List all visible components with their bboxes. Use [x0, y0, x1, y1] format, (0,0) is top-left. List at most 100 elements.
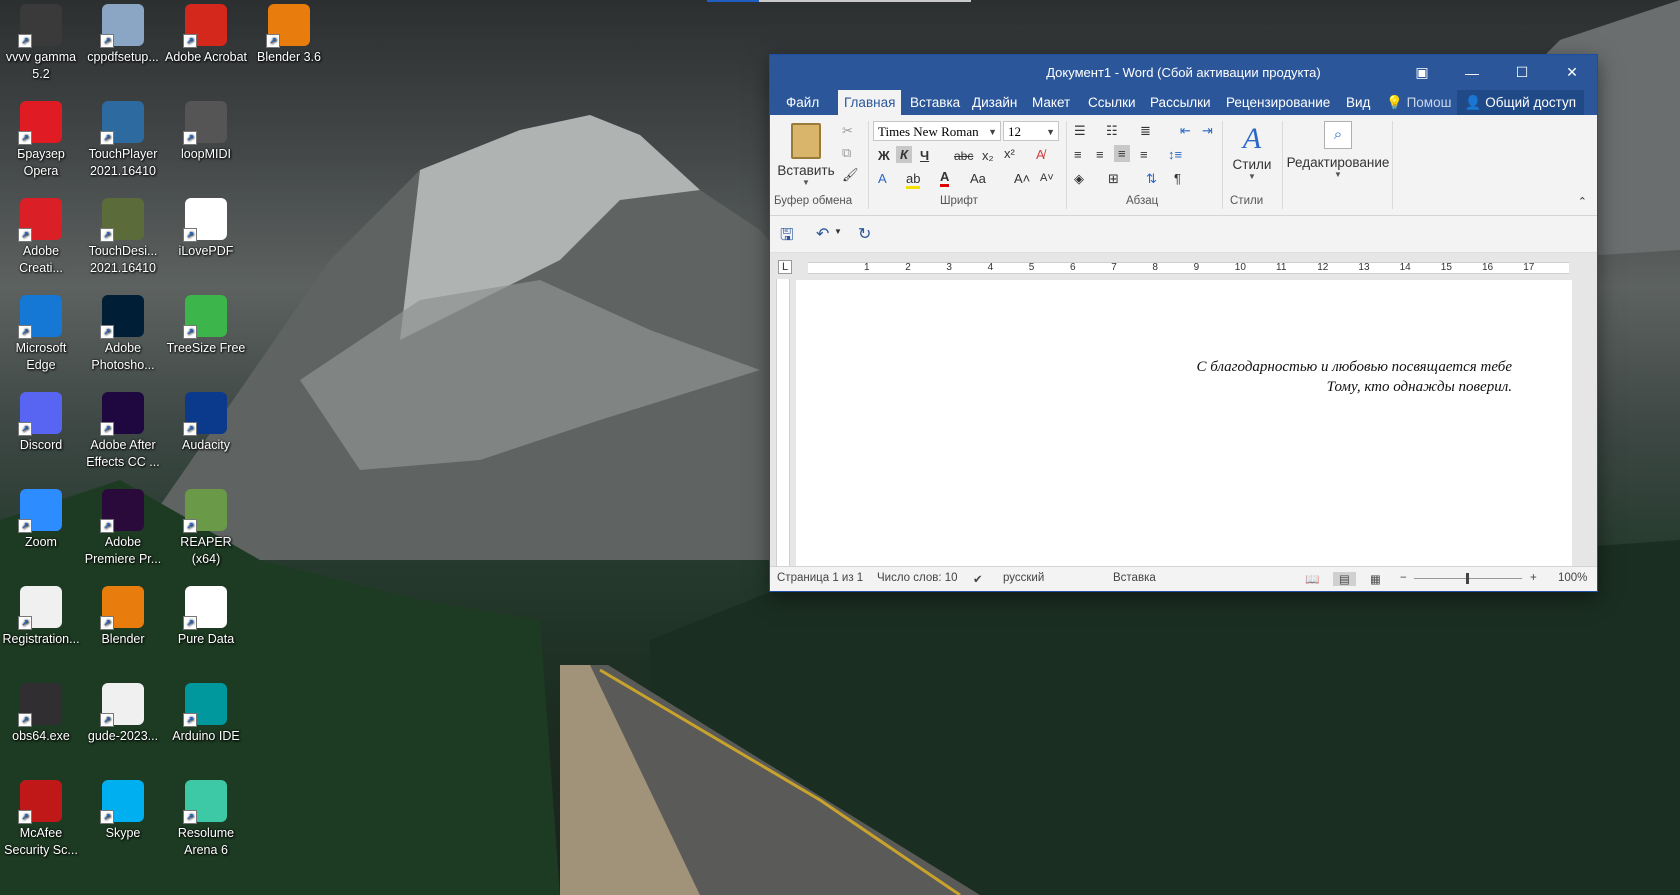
desktop-icon[interactable]: ↗ TouchDesi... 2021.16410 [82, 194, 164, 277]
desktop-icon[interactable]: ↗ Blender 3.6 [248, 0, 330, 66]
desktop-icon[interactable]: ↗ McAfee Security Sc... [0, 776, 82, 859]
decrease-indent-icon[interactable]: ⇤ [1180, 123, 1191, 139]
text-effects-icon[interactable]: A [878, 171, 887, 186]
clear-format-icon[interactable]: A̸ [1036, 147, 1045, 162]
insert-mode[interactable]: Вставка [1113, 572, 1156, 584]
tab-mailings[interactable]: Рассылки [1144, 90, 1217, 115]
align-left-icon[interactable]: ≡ [1074, 147, 1082, 162]
format-painter-icon[interactable]: 🖌 [842, 167, 859, 183]
desktop-icon[interactable]: ↗ Adobe After Effects CC ... [82, 388, 164, 471]
shading-icon[interactable]: ◈ [1074, 171, 1084, 187]
desktop-icon[interactable]: ↗ TreeSize Free [165, 291, 247, 357]
font-size-combo[interactable]: 12 ▼ [1003, 121, 1059, 141]
desktop-icon[interactable]: ↗ Resolume Arena 6 [165, 776, 247, 859]
tab-design[interactable]: Дизайн [966, 90, 1023, 115]
highlight-icon[interactable]: ab [906, 171, 921, 189]
word-titlebar[interactable]: Документ1 - Word (Сбой активации продукт… [770, 55, 1597, 90]
pilcrow-icon[interactable]: ¶ [1174, 171, 1181, 186]
styles-button[interactable]: A Стили ▼ [1227, 121, 1277, 181]
strikethrough-button[interactable]: abc [954, 149, 973, 163]
share-button[interactable]: 👤 Общий доступ [1456, 90, 1584, 115]
desktop-icon[interactable]: ↗ Audacity [165, 388, 247, 454]
tab-file[interactable]: Файл [780, 90, 825, 115]
desktop-icon[interactable]: ↗ Blender [82, 582, 164, 648]
desktop-icon[interactable]: ↗ vvvv gamma 5.2 [0, 0, 82, 83]
increase-indent-icon[interactable]: ⇥ [1202, 123, 1213, 139]
desktop-icon[interactable]: ↗ Adobe Photosho... [82, 291, 164, 374]
desktop-icon[interactable]: ↗ Microsoft Edge [0, 291, 82, 374]
align-right-icon[interactable]: ≡ [1114, 145, 1130, 162]
dedication-line-2[interactable]: Тому, кто однажды поверил. [1327, 379, 1512, 396]
zoom-level[interactable]: 100% [1558, 572, 1587, 584]
tab-view[interactable]: Вид [1340, 90, 1376, 115]
superscript-icon[interactable]: x² [1004, 146, 1015, 161]
shrink-font-icon[interactable]: A˅ [1040, 172, 1054, 184]
word-window[interactable]: Документ1 - Word (Сбой активации продукт… [770, 55, 1597, 591]
sort-icon[interactable]: ⇅ [1146, 171, 1157, 187]
desktop-icon[interactable]: ↗ Браузер Opera [0, 97, 82, 180]
cut-icon[interactable]: ✂ [842, 123, 853, 139]
read-mode-icon[interactable]: 📖 [1305, 572, 1319, 586]
justify-icon[interactable]: ≡ [1140, 147, 1148, 162]
maximize-icon[interactable]: ☐ [1497, 55, 1547, 90]
language[interactable]: русский [1003, 572, 1044, 584]
zoom-in-icon[interactable]: + [1530, 572, 1537, 584]
zoom-slider-thumb[interactable] [1466, 573, 1469, 584]
dedication-line-1[interactable]: С благодарностью и любовью посвящается т… [1197, 359, 1512, 376]
desktop-icon[interactable]: ↗ loopMIDI [165, 97, 247, 163]
desktop-icon[interactable]: ↗ Skype [82, 776, 164, 842]
desktop-icon[interactable]: ↗ obs64.exe [0, 679, 82, 745]
desktop-icon[interactable]: ↗ Registration... [0, 582, 82, 648]
desktop-icon[interactable]: ↗ cppdfsetup... [82, 0, 164, 66]
multilevel-list-icon[interactable]: ≣ [1140, 123, 1151, 139]
print-layout-icon[interactable]: ▤ [1333, 572, 1356, 586]
undo-icon[interactable]: ↶ [816, 224, 829, 244]
desktop-icon[interactable]: ↗ Adobe Premiere Pr... [82, 485, 164, 568]
tab-selector-icon[interactable]: L [778, 260, 792, 274]
bullets-icon[interactable]: ☰ [1074, 123, 1086, 139]
align-center-icon[interactable]: ≡ [1096, 147, 1104, 162]
collapse-ribbon-icon[interactable]: ⌃ [1578, 195, 1587, 208]
paste-button[interactable]: Вставить ▼ [776, 121, 836, 187]
desktop-icon[interactable]: ↗ Adobe Creati... [0, 194, 82, 277]
zoom-out-icon[interactable]: − [1400, 572, 1407, 584]
desktop-icon[interactable]: ↗ iLovePDF [165, 194, 247, 260]
tab-references[interactable]: Ссылки [1082, 90, 1142, 115]
editing-button[interactable]: ⌕ Редактирование ▼ [1286, 121, 1390, 179]
bold-button[interactable]: Ж [878, 148, 890, 163]
minimize-icon[interactable]: — [1447, 55, 1497, 90]
underline-button[interactable]: Ч [920, 148, 929, 163]
desktop-icon[interactable]: ↗ TouchPlayer 2021.16410 [82, 97, 164, 180]
desktop-icon[interactable]: ↗ Arduino IDE [165, 679, 247, 745]
tab-layout[interactable]: Макет [1026, 90, 1076, 115]
tab-help[interactable]: 💡 Помош [1380, 90, 1457, 115]
line-spacing-icon[interactable]: ↕≡ [1168, 147, 1182, 162]
desktop-icon[interactable]: ↗ Zoom [0, 485, 82, 551]
desktop-icon[interactable]: ↗ Adobe Acrobat [165, 0, 247, 66]
subscript-icon[interactable]: x₂ [982, 148, 994, 163]
borders-icon[interactable]: ⊞ [1108, 171, 1119, 187]
document-page[interactable]: С благодарностью и любовью посвящается т… [796, 280, 1572, 570]
save-icon[interactable]: 🖫 [780, 224, 794, 251]
copy-icon[interactable]: ⧉ [842, 145, 851, 161]
ribbon-display-icon[interactable]: ▣ [1397, 55, 1447, 90]
desktop-icon[interactable]: ↗ Pure Data [165, 582, 247, 648]
desktop-icon[interactable]: ↗ Discord [0, 388, 82, 454]
font-name-combo[interactable]: Times New Roman ▼ [873, 121, 1001, 141]
tab-insert[interactable]: Вставка [904, 90, 966, 115]
desktop-icon[interactable]: ↗ gude-2023... [82, 679, 164, 745]
numbering-icon[interactable]: ☷ [1106, 123, 1118, 139]
word-count[interactable]: Число слов: 10 [877, 572, 958, 584]
tab-review[interactable]: Рецензирование [1220, 90, 1336, 115]
close-icon[interactable]: ✕ [1547, 55, 1597, 90]
page-count[interactable]: Страница 1 из 1 [777, 572, 863, 584]
redo-icon[interactable]: ↻ [858, 224, 871, 244]
tab-home[interactable]: Главная [838, 90, 902, 115]
desktop-icon[interactable]: ↗ REAPER (x64) [165, 485, 247, 568]
web-layout-icon[interactable]: ▦ [1370, 572, 1381, 586]
chevron-down-icon[interactable]: ▼ [834, 227, 842, 236]
grow-font-icon[interactable]: A˄ [1014, 171, 1030, 186]
change-case-icon[interactable]: Aa [970, 171, 986, 186]
font-color-icon[interactable]: A [940, 169, 950, 187]
proofing-icon[interactable]: ✔ [973, 572, 983, 586]
